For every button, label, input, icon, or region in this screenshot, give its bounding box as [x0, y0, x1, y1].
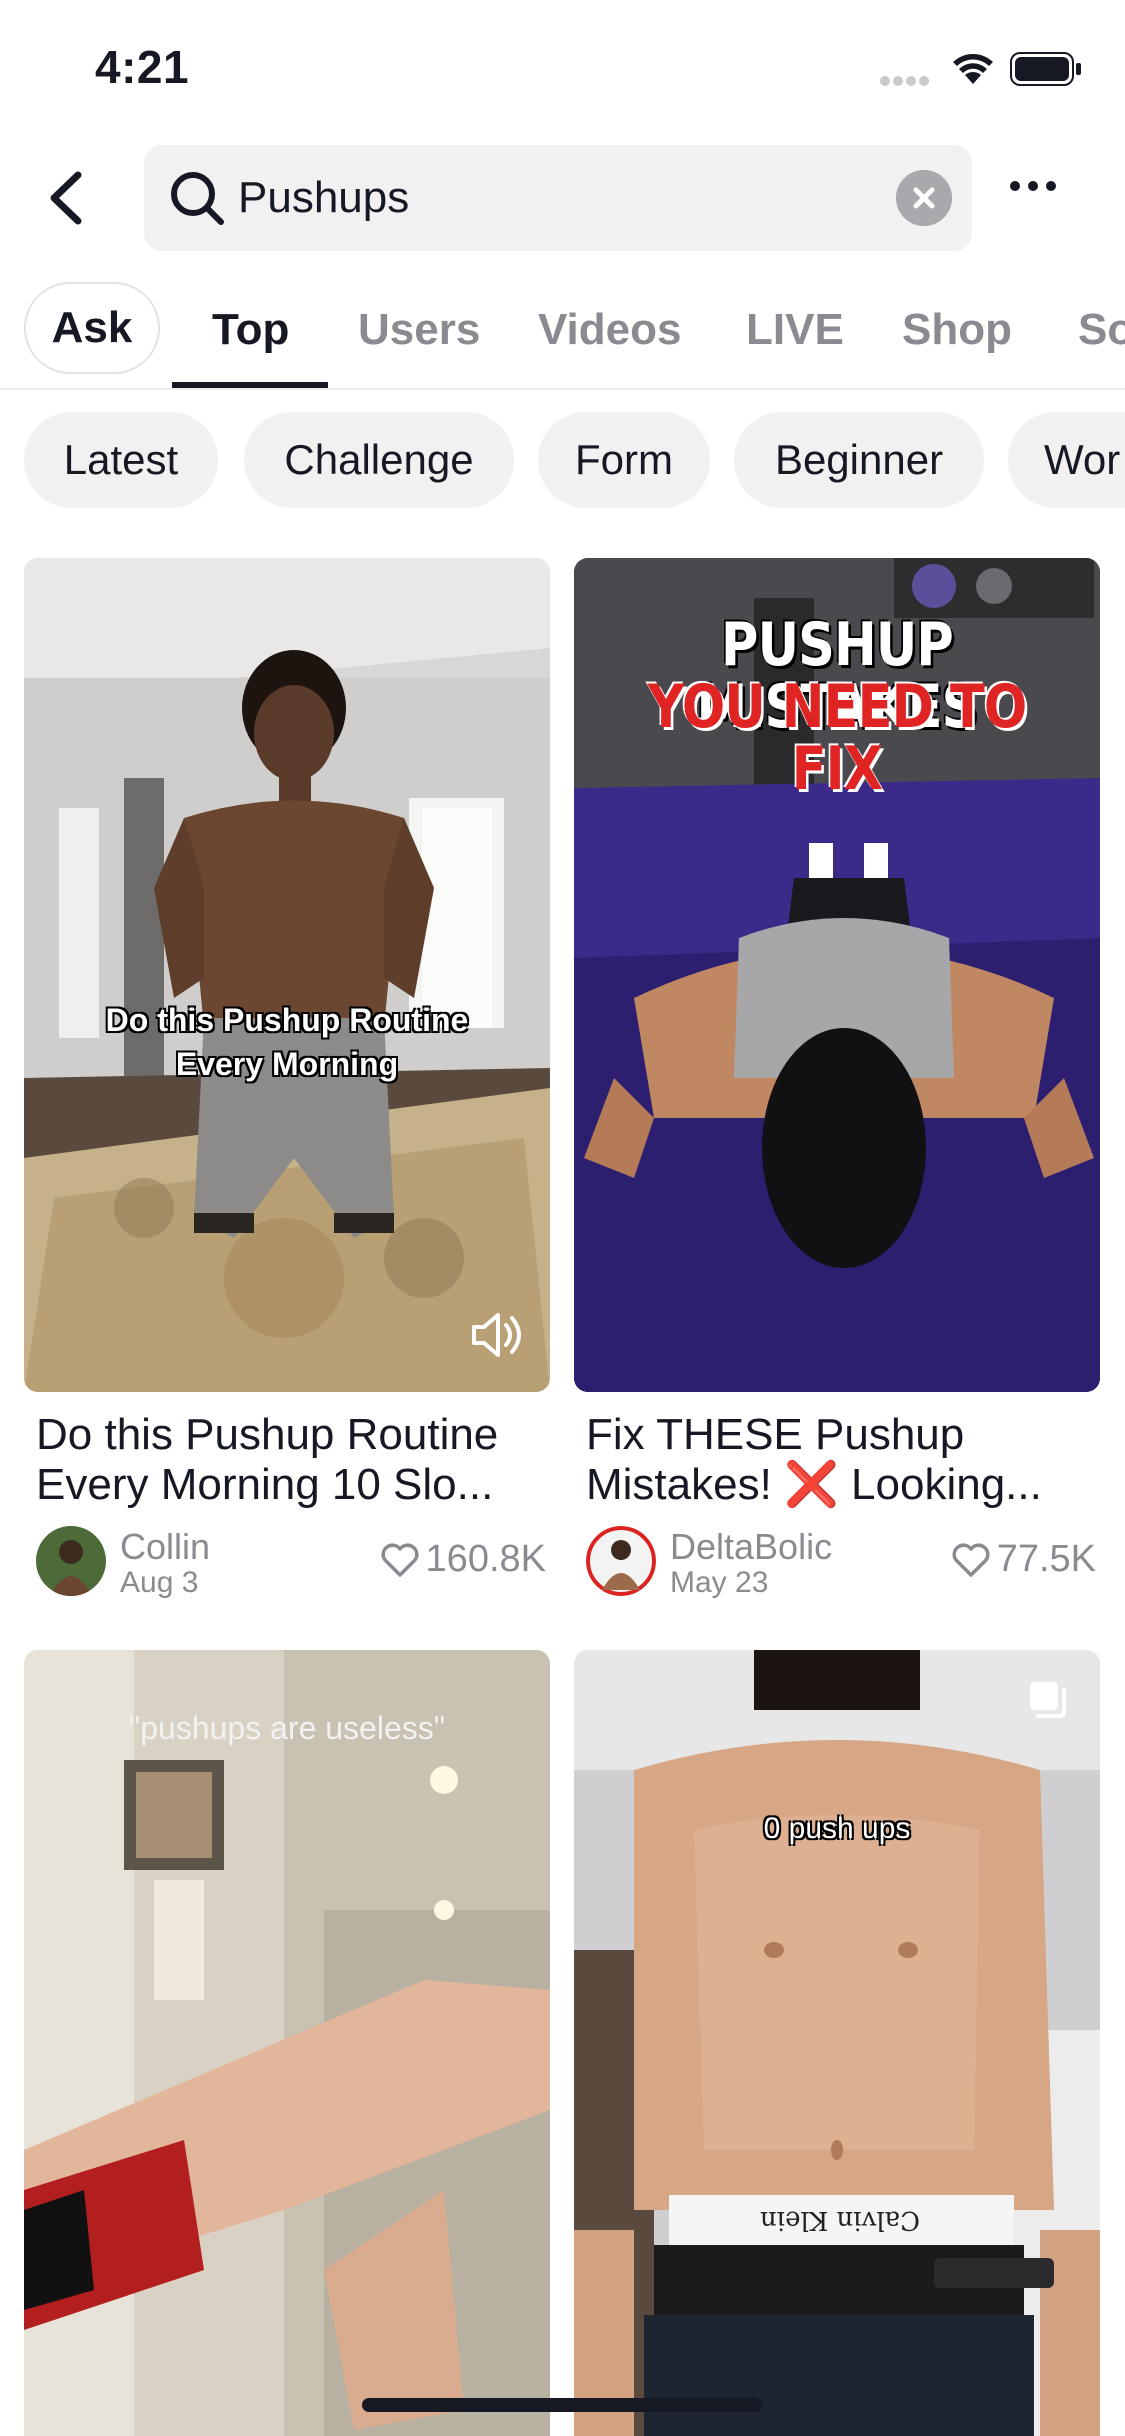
video-thumbnail[interactable]: "pushups are useless"	[24, 1650, 550, 2436]
search-bar[interactable]	[144, 145, 972, 251]
status-bar: 4:21	[0, 0, 1125, 140]
video-caption-overlay: 0 push ups	[763, 1812, 911, 1845]
author-name[interactable]: Collin	[120, 1526, 210, 1568]
video-card: "pushups are useless"	[24, 1650, 550, 2436]
active-tab-indicator	[172, 382, 328, 388]
tab-users[interactable]: Users	[358, 280, 480, 388]
video-card: 0 push ups Calvin Klein	[574, 1650, 1100, 2436]
chip-beginner[interactable]: Beginner	[734, 412, 984, 508]
wifi-icon	[953, 54, 993, 84]
tab-top[interactable]: Top	[212, 280, 289, 388]
heart-icon	[952, 1543, 990, 1577]
author-name[interactable]: DeltaBolic	[670, 1526, 832, 1568]
mirror-scene-image	[574, 1650, 1100, 2436]
avatar[interactable]	[36, 1526, 106, 1596]
video-thumbnail[interactable]: Do this Pushup Routine Every Morning	[24, 558, 550, 1392]
video-thumbnail[interactable]: 0 push ups Calvin Klein	[574, 1650, 1100, 2436]
heart-icon	[381, 1543, 419, 1577]
more-options-icon[interactable]	[1010, 178, 1070, 218]
status-time: 4:21	[95, 41, 190, 93]
tab-shop[interactable]: Shop	[902, 280, 1012, 388]
post-date: May 23	[670, 1566, 769, 1599]
video-caption-overlay: Do this Pushup Routine Every Morning	[105, 1002, 469, 1082]
chip-form[interactable]: Form	[538, 412, 710, 508]
room-scene-image	[24, 558, 550, 1392]
post-date: Aug 3	[120, 1566, 199, 1599]
home-indicator[interactable]	[362, 2398, 762, 2412]
tab-live[interactable]: LIVE	[746, 280, 844, 388]
cellular-signal-icon	[880, 73, 932, 86]
like-count-value: 160.8K	[425, 1538, 546, 1580]
search-tabs: Ask Top Users Videos LIVE Shop So	[0, 280, 1125, 390]
battery-icon	[1010, 52, 1081, 86]
search-icon	[171, 172, 224, 225]
tab-sounds[interactable]: So	[1078, 280, 1125, 388]
video-card: PUSHUP MISTAKES YOU NEED TO FIX Fix THES…	[574, 558, 1100, 1618]
chip-challenge[interactable]: Challenge	[244, 412, 514, 508]
overlay-subheadline: YOU NEED TO FIX	[647, 672, 1028, 804]
video-title[interactable]: Do this Pushup Routine Every Morning 10 …	[36, 1410, 546, 1510]
photo-carousel-icon	[1030, 1682, 1066, 1718]
waistband-text: Calvin Klein	[760, 2205, 920, 2235]
back-arrow-icon[interactable]	[40, 165, 96, 231]
like-count: 160.8K	[380, 1538, 546, 1581]
video-title[interactable]: Fix THESE Pushup Mistakes! ❌ Looking...	[586, 1410, 1096, 1510]
tab-ask[interactable]: Ask	[24, 282, 160, 374]
like-count-value: 77.5K	[996, 1538, 1096, 1580]
author-row: Collin Aug 3 160.8K	[36, 1526, 546, 1599]
hallway-scene-image	[24, 1650, 550, 2436]
chip-workout[interactable]: Wor	[1008, 412, 1125, 508]
chip-latest[interactable]: Latest	[24, 412, 218, 508]
search-input[interactable]	[238, 165, 838, 231]
video-caption-overlay: "pushups are useless"	[128, 1710, 446, 1746]
clear-search-icon[interactable]	[896, 170, 952, 226]
like-count: 77.5K	[951, 1538, 1096, 1581]
video-card: Do this Pushup Routine Every Morning Do …	[24, 558, 550, 1618]
avatar[interactable]	[586, 1526, 656, 1596]
video-thumbnail[interactable]: PUSHUP MISTAKES YOU NEED TO FIX	[574, 558, 1100, 1392]
tab-videos[interactable]: Videos	[538, 280, 681, 388]
filter-chips: Latest Challenge Form Beginner Wor	[0, 412, 1125, 512]
sound-on-icon[interactable]	[470, 1310, 526, 1360]
author-row: DeltaBolic May 23 77.5K	[586, 1526, 1096, 1599]
